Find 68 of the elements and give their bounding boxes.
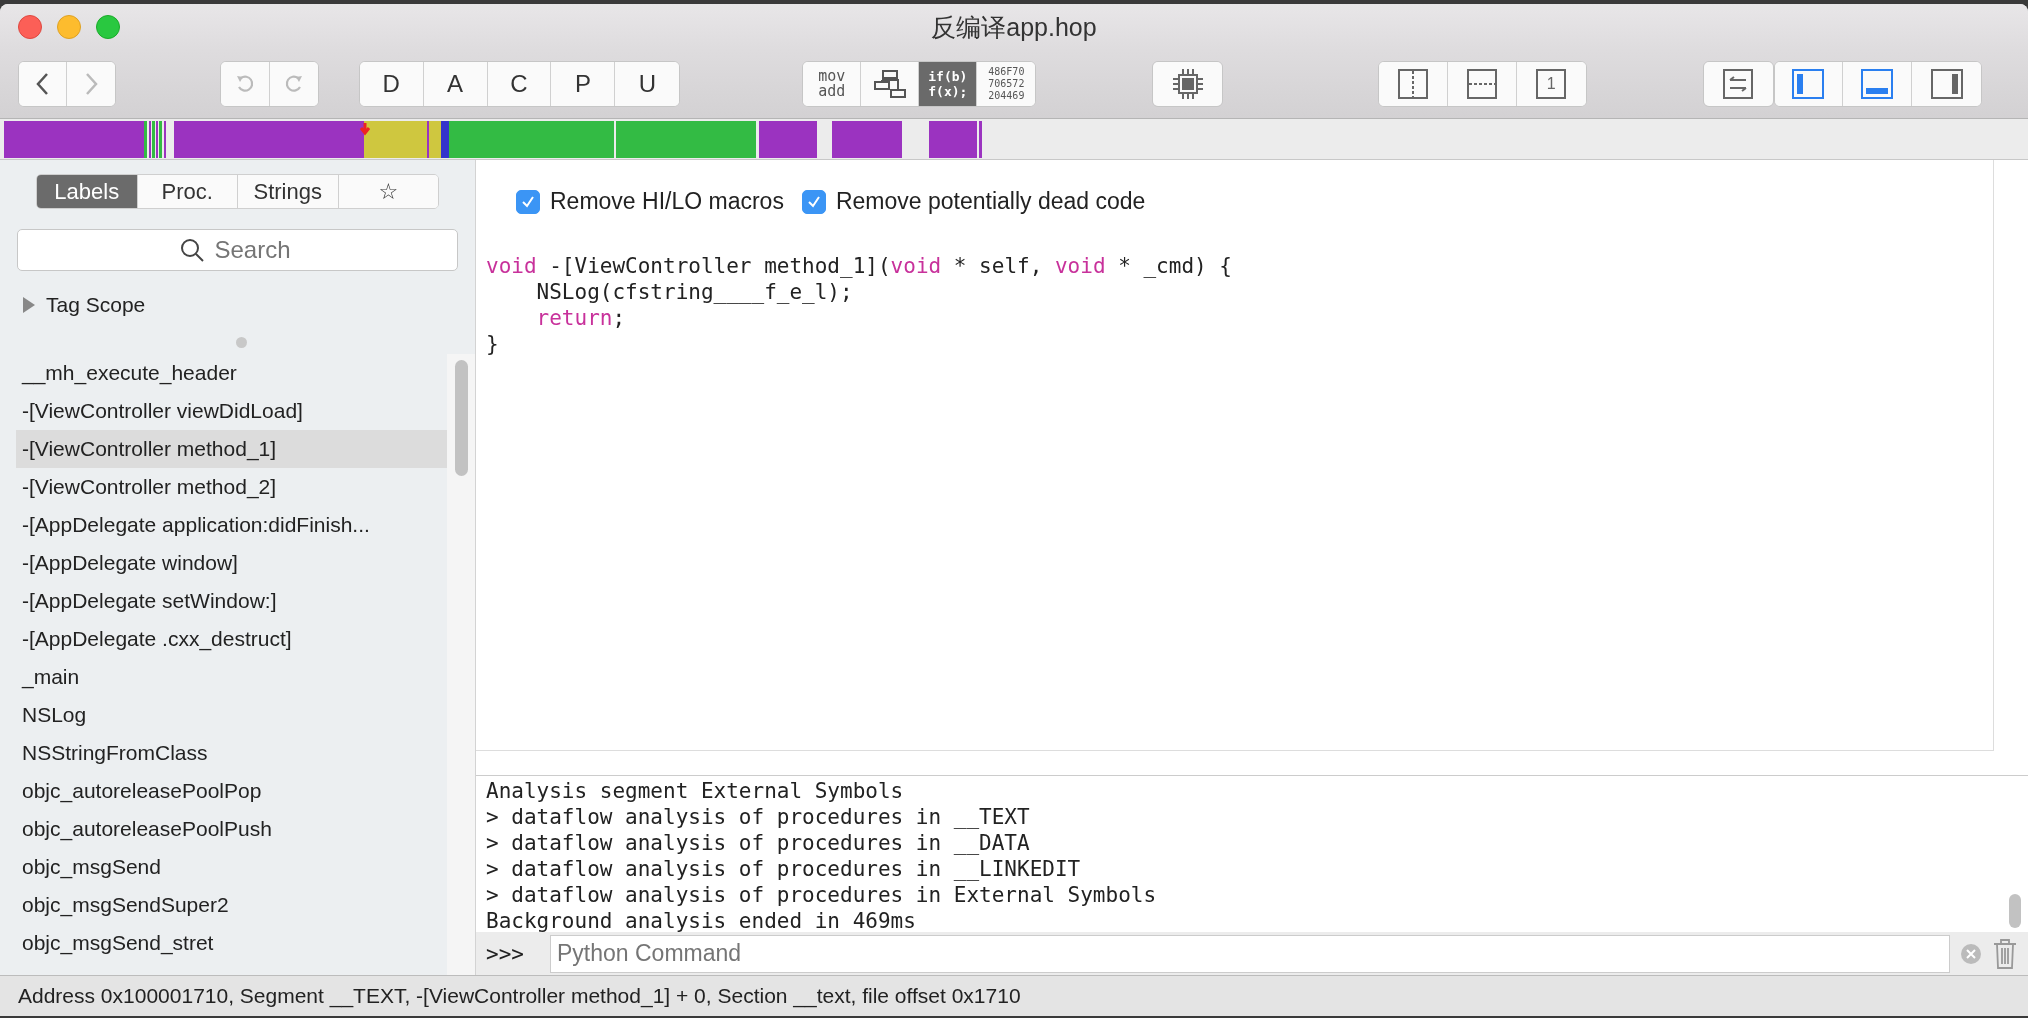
collapsed-triangle-icon[interactable]: [22, 296, 36, 314]
status-bar: Address 0x100001710, Segment __TEXT, -[ViewController method_1] + 0, Section __text, file offset 0x1710: [0, 975, 2028, 1016]
chevron-left-icon: [34, 72, 51, 96]
vertical-split-icon: [1398, 69, 1429, 99]
scrollbar-thumb[interactable]: [454, 360, 468, 476]
cpu-button[interactable]: [1153, 62, 1223, 106]
close-window-button[interactable]: [18, 15, 42, 39]
label-list-item[interactable]: objc_msgSend: [16, 848, 447, 886]
console-line: Background analysis ended in 469ms: [486, 908, 917, 935]
vertical-split-button[interactable]: [1379, 62, 1448, 106]
left-panel-toggle[interactable]: [1774, 62, 1844, 106]
back-button[interactable]: [19, 62, 68, 106]
pseudocode-view-button[interactable]: if(b) f(x);: [919, 62, 978, 106]
swap-arrows-icon: [1723, 69, 1754, 99]
console-line: Analysis segment External Symbols: [486, 778, 905, 805]
code-line: void -[ViewController method_1](void * self, void * _cmd) {: [486, 253, 1232, 279]
code-line: NSLog(cfstring____f_e_l);: [536, 279, 853, 305]
label-list-item[interactable]: objc_autoreleasePoolPop: [16, 772, 447, 810]
label-list-item[interactable]: -[AppDelegate setWindow:]: [16, 582, 447, 620]
label-list-item[interactable]: -[ViewController method_1]: [16, 430, 447, 468]
code-line: }: [486, 331, 499, 357]
label-list-item[interactable]: __mh_execute_header: [16, 354, 447, 392]
label-list-item[interactable]: -[ViewController method_2]: [16, 468, 447, 506]
sidebar-tab[interactable]: Labels: [37, 175, 138, 208]
tag-scope-label: Tag Scope: [46, 293, 146, 317]
trash-icon[interactable]: [1992, 937, 2018, 970]
checkbox[interactable]: [801, 189, 826, 214]
chip-icon: [1170, 67, 1205, 101]
sidebar-tab[interactable]: Strings: [238, 175, 339, 208]
scrollbar-thumb[interactable]: [2009, 894, 2021, 929]
swap-button[interactable]: [1703, 62, 1773, 106]
minimize-window-button[interactable]: [57, 15, 81, 39]
label-list-item[interactable]: -[ViewController viewDidLoad]: [16, 392, 447, 430]
label-list-item[interactable]: -[AppDelegate window]: [16, 544, 447, 582]
flowchart-icon: [872, 69, 907, 99]
bottom-panel-icon: [1861, 69, 1894, 99]
left-panel-icon: [1792, 69, 1825, 99]
label-list-item[interactable]: objc_autoreleasePoolPush: [16, 810, 447, 848]
search-icon: [178, 237, 205, 263]
label-list-item[interactable]: _main: [16, 658, 447, 696]
window-title: 反编译app.hop: [931, 11, 1097, 43]
python-command-field[interactable]: Python Command: [550, 934, 1950, 973]
right-panel-icon: [1930, 69, 1963, 99]
console-line: > dataflow analysis of procedures in __LINKEDIT: [486, 856, 1082, 883]
label-list-item[interactable]: objc_msgSendSuper2: [16, 886, 447, 924]
clear-icon[interactable]: [1960, 942, 1982, 965]
split-handle[interactable]: [236, 337, 247, 348]
toolbar-button[interactable]: D: [359, 62, 424, 106]
label-list-item[interactable]: objc_msgSend_stret: [16, 924, 447, 962]
label-list-item[interactable]: NSLog: [16, 696, 447, 734]
console-line: > dataflow analysis of procedures in External Symbols: [486, 882, 1158, 909]
sidebar-tab[interactable]: Proc.: [137, 175, 238, 208]
assembly-view-button[interactable]: mov add: [803, 62, 862, 106]
label-list-item[interactable]: -[AppDelegate .cxx_destruct]: [16, 620, 447, 658]
zoom-window-button[interactable]: [96, 15, 120, 39]
console-line: > dataflow analysis of procedures in __DATA: [486, 830, 1031, 857]
sidebar-tab[interactable]: ☆: [338, 175, 438, 208]
chevron-right-icon: [83, 72, 100, 96]
code-line: return;: [536, 305, 626, 331]
checkbox-label: Remove HI/LO macros: [550, 188, 784, 215]
label-list-item[interactable]: NSStringFromClass: [16, 734, 447, 772]
horizontal-split-icon: [1466, 69, 1497, 99]
checkbox-label: Remove potentially dead code: [835, 188, 1146, 215]
console-line: > dataflow analysis of procedures in __TEXT: [486, 804, 1031, 831]
search-field[interactable]: Search: [212, 235, 297, 265]
label-list-item[interactable]: -[AppDelegate application:didFinish...: [16, 506, 447, 544]
prompt-label: >>>: [486, 941, 525, 966]
checkbox[interactable]: [516, 189, 540, 214]
